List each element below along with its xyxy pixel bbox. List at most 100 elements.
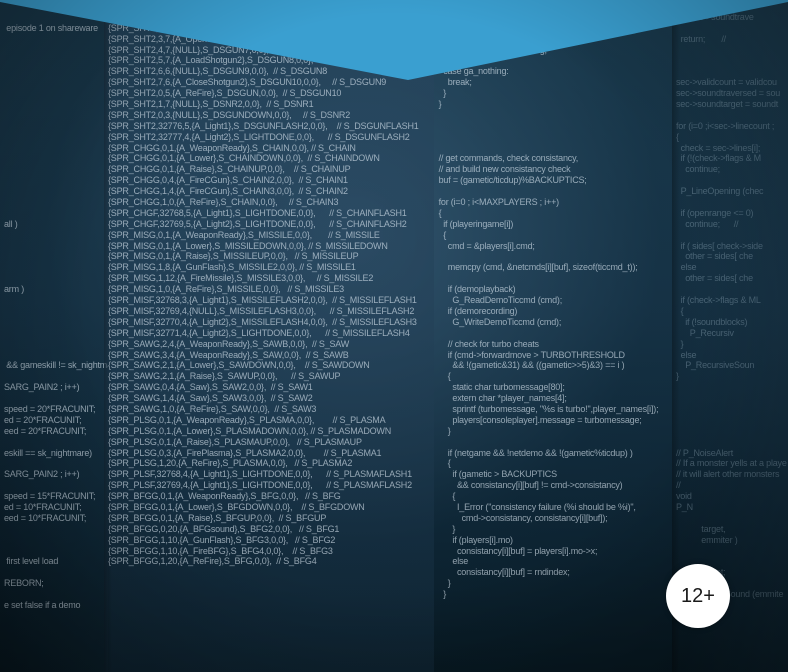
code-line: {SPR_BFGG,1,10,{A_GunFlash},S_BFG3,0,0},… — [108, 534, 336, 545]
code-line: consistancy[i][buf] = rndindex; — [434, 567, 570, 578]
code-line: return; // — [676, 33, 727, 44]
code-panel-left: episode 1 on shareware all ) arm ) && game… — [0, 0, 108, 672]
code-line: static char turbomessage[80]; — [434, 382, 565, 393]
code-line: sec->validcount = validcou — [676, 77, 777, 88]
code-line: if (demoplayback) — [434, 284, 516, 295]
code-line: P_N — [676, 501, 693, 512]
code-line: {SPR_CHGF,32769,5,{A_Light2},S_LIGHTDONE… — [108, 218, 407, 229]
code-line: {SPR_SHT2,0,5,{NULL},S_DSGUN... — [108, 1, 252, 11]
code-line: {SPR_CHGG,0,1,{A_Raise},S_CHAINUP,0,0}, … — [108, 164, 351, 175]
code-line: {SPR_SAWG,2,4,{A_WeaponReady},S_SAWB,0,0… — [108, 338, 350, 349]
code-line: {SPR_PLSF,32769,4,{A_Light1},S_LIGHTDONE… — [108, 480, 412, 491]
code-line: if (gametic > BACKUPTICS — [434, 469, 557, 480]
code-line: { — [434, 371, 451, 382]
age-rating-label: 12+ — [681, 584, 715, 607]
code-line: { — [434, 229, 447, 240]
code-line: memcpy (cmd, &netcmds[i][buf], sizeof(ti… — [434, 262, 638, 273]
code-line: REBORN; — [4, 578, 44, 589]
code-line: {SPR_CHGG,0,1,{A_Lower},S_CHAINDOWN,0,0}… — [108, 153, 380, 164]
code-line: {SPR_CHGG,1,0,{A_ReFire},S_CHAIN,0,0}, /… — [108, 197, 339, 208]
code-line: {SPR_PLSG,0,1,{A_Raise},S_PLASMAUP,0,0},… — [108, 436, 362, 447]
code-line: {SPR_SHT2,1,7,{NULL},S_DSNR2,0,0}, // S_… — [108, 99, 314, 110]
code-line: buf = (gametic/ticdup)%BACKUPTICS; — [434, 175, 587, 186]
code-line: SARG_PAIN2 ; i++) — [4, 469, 80, 480]
code-line: // check for turbo cheats — [434, 338, 539, 349]
code-line: {SPR_MISF,32768,3,{A_Light1},S_MISSILEFL… — [108, 295, 417, 306]
code-line: {SPR_CHGG,1,4,{A_FireCGun},S_CHAIN3,0,0}… — [108, 186, 348, 197]
code-line: players[consoleplayer].message = turbome… — [434, 414, 642, 425]
code-line: else — [676, 349, 697, 360]
code-line: P_Recursiv — [676, 327, 734, 338]
code-line: break; — [434, 55, 472, 66]
code-line: else — [434, 556, 469, 567]
code-line: {SPR_PLSG,1,20,{A_ReFire},S_PLASMA,0,0},… — [108, 458, 353, 469]
code-line: { — [434, 458, 451, 469]
code-line: { — [680, 305, 684, 316]
code-line: } — [434, 99, 442, 110]
code-line: if (cmd->forwardmove > TURBOTHRESHOLD — [434, 349, 625, 360]
code-line: {SPR_BFGG,0,1,{A_Lower},S_BFGDOWN,0,0}, … — [108, 501, 365, 512]
code-line: if (players[i].mo) — [434, 534, 513, 545]
code-line: {SPR_SAWG,1,4,{A_Saw},S_SAW3,0,0}, // S_… — [108, 393, 313, 404]
code-line: {SPR_SHT2,0,3,{NULL},S_DSGUNDOWN,0,0}, /… — [108, 109, 350, 120]
code-listing-middle: {SPR_SHT2,0,5,{NULL},S_DSGUN... {SPR_SHT2… — [108, 1, 419, 567]
code-line: {SPR_SHT2,4,7,{NULL},S_DSGUN7,0,0}, // S… — [108, 44, 330, 55]
code-line: for (i=0 ;i<sec->linecount ; — [676, 120, 775, 131]
code-line: consistancy[i][buf] = players[i].mo->x; — [434, 545, 598, 556]
code-line: I_Error ("consistency failure (%i should… — [434, 501, 636, 512]
code-line: // P_NoiseAlert — [676, 447, 734, 458]
code-line: && !(gametic&31) && ((gametic>>5)&3) == … — [434, 360, 625, 371]
code-line: {SPR_MISF,32769,4,{NULL},S_MISSILEFLASH3… — [108, 305, 415, 316]
code-line: eed = 10*FRACUNIT; — [4, 512, 87, 523]
code-panel-right: case ga_screenshot: M_ScreenShot (); gam… — [430, 0, 680, 672]
code-line: sec->soundtraversed = sou — [676, 88, 781, 99]
code-line: {SPR_SHT2,5,7,{A_LoadShotgun2},S_DSGUN8,… — [108, 55, 386, 66]
code-line: {SPR_SHT2,1,7,{NULL},S_DSGUN... — [108, 11, 252, 22]
code-line: {SPR_MISF,32771,4,{A_Light2},S_LIGHTDONE… — [108, 327, 410, 338]
code-line: // If a monster yells at a playe — [676, 458, 787, 469]
code-line: {SPR_SAWG,2,1,{A_Lower},S_SAWDOWN,0,0}, … — [108, 360, 370, 371]
code-line: speed = 15*FRACUNIT; — [4, 491, 96, 502]
code-line: && sec->soundtrave — [676, 11, 754, 22]
code-line: {SPR_BFGG,1,20,{A_ReFire},S_BFG,0,0}, //… — [108, 556, 317, 567]
code-line: // it will alert other monsters — [676, 469, 780, 480]
code-line: continue; // — [676, 218, 739, 229]
code-line: {SPR_SHT2,32777,4,{A_Light2},S_LIGHTDONE… — [108, 131, 410, 142]
code-line: other = sides[ che — [676, 251, 753, 262]
code-line: {SPR_MISG,1,0,{A_ReFire},S_MISSILE,0,0},… — [108, 284, 344, 295]
code-line: } — [676, 371, 787, 382]
background-scene: episode 1 on shareware all ) arm ) && game… — [0, 0, 788, 672]
code-listing-left: episode 1 on shareware all ) arm ) && game… — [4, 1, 108, 611]
code-line: {SPR_SHT2,3,7,{A_OpenShotgun2},S_DSGUN6,… — [108, 33, 316, 44]
code-line: case ga_nothing: — [434, 66, 509, 77]
code-line: {SPR_PLSF,32768,4,{A_Light1},S_LIGHTDONE… — [108, 469, 412, 480]
code-line: { — [676, 132, 787, 143]
